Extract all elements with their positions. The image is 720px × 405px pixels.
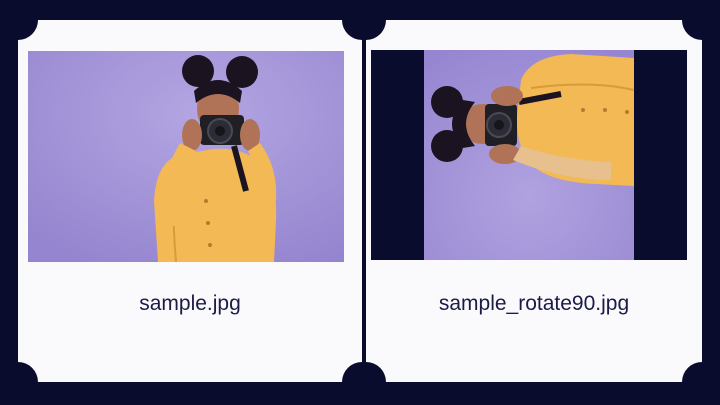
- rotated-image-card: sample_rotate90.jpg: [366, 20, 702, 382]
- original-photo: [28, 51, 344, 262]
- original-image-card: sample.jpg: [18, 20, 362, 382]
- corner-notch: [342, 20, 362, 40]
- rotated-photo: [371, 50, 687, 260]
- corner-notch: [342, 362, 362, 382]
- comparison-frame: sample.jpg sample_rotate90.jpg: [0, 0, 720, 405]
- original-filename-caption: sample.jpg: [139, 292, 241, 315]
- corner-notch: [18, 362, 38, 382]
- corner-notch: [682, 362, 702, 382]
- corner-notch: [18, 20, 38, 40]
- photo-woman-with-camera-rotated-icon: [371, 50, 687, 260]
- rotated-filename-caption: sample_rotate90.jpg: [438, 292, 630, 315]
- corner-notch: [682, 20, 702, 40]
- corner-notch: [366, 20, 386, 40]
- corner-notch: [366, 362, 386, 382]
- photo-woman-with-camera-icon: [28, 51, 344, 262]
